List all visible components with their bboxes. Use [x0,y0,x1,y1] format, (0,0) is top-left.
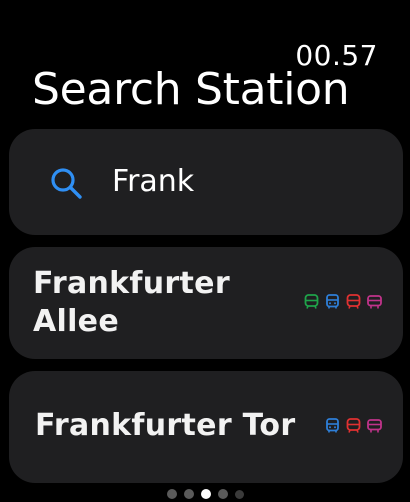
search-input[interactable] [112,160,372,204]
page-dot[interactable] [183,489,194,499]
station-name: Frankfurter Allee [33,265,283,341]
search-card[interactable] [9,129,403,235]
station-name: Frankfurter Tor [35,408,296,443]
bus-icon [326,418,339,433]
transit-line-icons [304,294,382,309]
station-name-line-1: Frankfurter [33,266,230,301]
station-name-line-2: Allee [33,304,119,339]
bus-icon [367,295,382,309]
tram-icon [346,294,361,309]
search-icon [51,168,82,199]
tram-icon [346,418,361,433]
station-result-frankfurter-tor[interactable]: Frankfurter Tor [9,371,403,483]
page-indicator[interactable] [0,489,410,499]
transit-line-icons [325,418,382,433]
page-title: Search Station [32,64,350,115]
page-dot-active[interactable] [200,489,211,499]
bus-icon [367,419,382,433]
tram-icon [304,294,319,309]
page-dot[interactable] [166,489,177,499]
bus-icon [326,294,339,309]
page-dot[interactable] [234,489,244,499]
station-result-frankfurter-allee[interactable]: Frankfurter Allee [9,247,403,359]
page-dot[interactable] [217,489,228,499]
